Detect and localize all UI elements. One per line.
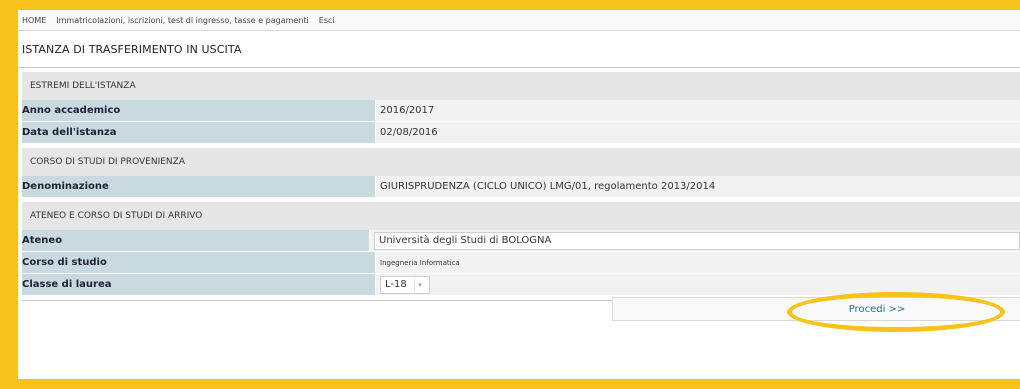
- label-anno-accademico: Anno accademico: [22, 100, 375, 121]
- section-arrivo: ATENEO E CORSO DI STUDI DI ARRIVO Ateneo…: [22, 202, 1020, 296]
- page-content: HOME Immatricolazioni, iscrizioni, test …: [18, 10, 1020, 379]
- nav-immatricolazioni-link[interactable]: Immatricolazioni, iscrizioni, test di in…: [56, 16, 309, 25]
- top-navigation: HOME Immatricolazioni, iscrizioni, test …: [18, 10, 1020, 31]
- label-data-istanza: Data dell'istanza: [22, 122, 375, 143]
- section-header-arrivo: ATENEO E CORSO DI STUDI DI ARRIVO: [22, 202, 1020, 230]
- chevron-down-icon: ▾: [414, 278, 425, 291]
- section-provenienza: CORSO DI STUDI DI PROVENIENZA Denominazi…: [22, 148, 1020, 198]
- value-data-istanza: 02/08/2016: [375, 122, 1020, 143]
- classe-di-laurea-select[interactable]: L-18 ▾: [380, 275, 430, 294]
- row-ateneo: Ateneo Università degli Studi di BOLOGNA: [22, 230, 1020, 252]
- label-denominazione: Denominazione: [22, 176, 375, 197]
- proceed-button-container: Procedi >>: [612, 297, 1020, 321]
- value-denominazione: GIURISPRUDENZA (CICLO UNICO) LMG/01, reg…: [375, 176, 1020, 197]
- row-data-istanza: Data dell'istanza 02/08/2016: [22, 122, 1020, 144]
- label-corso-di-studio: Corso di studio: [22, 252, 375, 273]
- row-denominazione: Denominazione GIURISPRUDENZA (CICLO UNIC…: [22, 176, 1020, 198]
- classe-di-laurea-value: L-18: [385, 279, 407, 290]
- value-classe-container: L-18 ▾: [375, 274, 1020, 295]
- section-header-estremi: ESTREMI DELL'ISTANZA: [22, 72, 1020, 100]
- value-corso-di-studio: Ingegneria Informatica: [375, 252, 1020, 273]
- label-classe-di-laurea: Classe di laurea: [22, 274, 375, 295]
- section-estremi: ESTREMI DELL'ISTANZA Anno accademico 201…: [22, 72, 1020, 144]
- nav-home-link[interactable]: HOME: [22, 16, 46, 25]
- value-ateneo-container: Università degli Studi di BOLOGNA: [369, 230, 1020, 251]
- nav-esci-link[interactable]: Esci: [319, 16, 335, 25]
- row-classe-di-laurea: Classe di laurea L-18 ▾: [22, 274, 1020, 296]
- page-title: ISTANZA DI TRASFERIMENTO IN USCITA: [18, 31, 1020, 68]
- row-anno-accademico: Anno accademico 2016/2017: [22, 100, 1020, 122]
- row-corso-di-studio: Corso di studio Ingegneria Informatica: [22, 252, 1020, 274]
- value-anno-accademico: 2016/2017: [375, 100, 1020, 121]
- procedi-button[interactable]: Procedi >>: [849, 304, 906, 315]
- ateneo-select[interactable]: Università degli Studi di BOLOGNA: [374, 231, 1020, 250]
- label-ateneo: Ateneo: [22, 230, 369, 251]
- section-header-provenienza: CORSO DI STUDI DI PROVENIENZA: [22, 148, 1020, 176]
